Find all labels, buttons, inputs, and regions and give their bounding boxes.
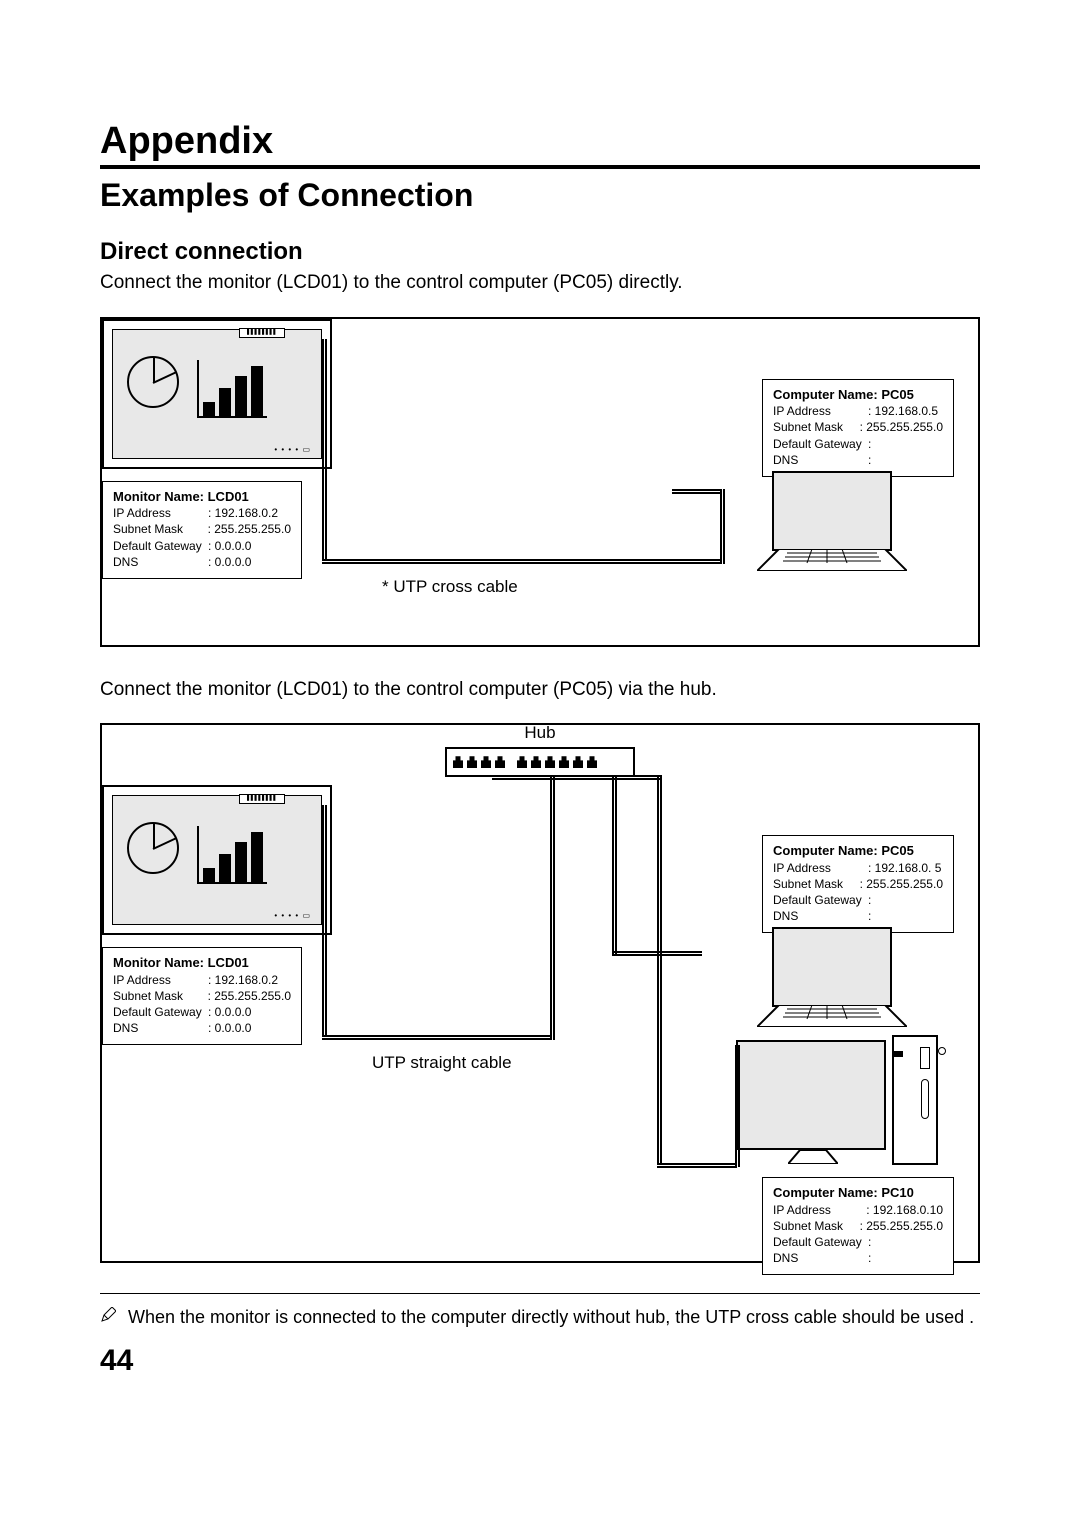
k: Default Gateway xyxy=(773,892,868,908)
k: Subnet Mask xyxy=(773,876,860,892)
diagram-hub: Hub ▌▌▌▌▌▌▌▌ • • • • ▭ Monitor Name: LCD… xyxy=(100,723,980,1263)
v xyxy=(868,436,871,452)
v: 255.255.255.0 xyxy=(860,1218,943,1234)
hdr: Monitor Name: LCD01 xyxy=(113,954,291,972)
v: 0.0.0.0 xyxy=(208,1020,251,1036)
monitor-info: Monitor Name: LCD01 IP Address192.168.0.… xyxy=(102,481,302,579)
k: Subnet Mask xyxy=(113,988,208,1004)
v xyxy=(868,1250,871,1266)
v xyxy=(868,452,871,468)
k: DNS xyxy=(773,452,868,468)
k: Default Gateway xyxy=(113,1004,208,1020)
k: Subnet Mask xyxy=(773,1218,860,1234)
v: 0.0.0.0 xyxy=(208,538,251,554)
cable-label-cross: * UTP cross cable xyxy=(382,577,518,597)
v: 192.168.0.2 xyxy=(208,972,278,988)
appendix-heading: Appendix xyxy=(100,120,980,169)
hdr: Computer Name: PC05 xyxy=(773,842,943,860)
laptop-icon xyxy=(772,471,922,573)
laptop-icon-2 xyxy=(772,927,922,1029)
v: 192.168.0. 5 xyxy=(868,860,941,876)
v: 192.168.0.2 xyxy=(208,505,278,521)
footnote-rule xyxy=(100,1293,980,1294)
k: DNS xyxy=(773,908,868,924)
k: DNS xyxy=(113,554,208,570)
v: 255.255.255.0 xyxy=(860,876,943,892)
k: IP Address xyxy=(773,1202,866,1218)
v xyxy=(868,892,871,908)
k: Default Gateway xyxy=(773,1234,868,1250)
v xyxy=(868,1234,871,1250)
direct-paragraph: Connect the monitor (LCD01) to the contr… xyxy=(100,270,980,297)
hub-icon xyxy=(445,747,635,777)
v: 255.255.255.0 xyxy=(860,419,943,435)
examples-heading: Examples of Connection xyxy=(100,177,980,214)
v: 0.0.0.0 xyxy=(208,1004,251,1020)
v: 192.168.0.5 xyxy=(868,403,938,419)
v: 0.0.0.0 xyxy=(208,554,251,570)
k: Default Gateway xyxy=(113,538,208,554)
k: IP Address xyxy=(773,860,868,876)
monitor-icon: ▌▌▌▌▌▌▌▌ • • • • ▭ xyxy=(102,319,332,469)
k: Subnet Mask xyxy=(113,521,208,537)
k: IP Address xyxy=(773,403,868,419)
page-number: 44 xyxy=(100,1344,980,1378)
k: IP Address xyxy=(113,972,208,988)
diagram-direct: ▌▌▌▌▌▌▌▌ • • • • ▭ Monitor Name: LCD01 I… xyxy=(100,317,980,647)
pc-tower-icon xyxy=(892,1035,938,1165)
pc-monitor-icon xyxy=(736,1040,886,1150)
footnote-text: When the monitor is connected to the com… xyxy=(128,1304,974,1330)
pc05-info-2: Computer Name: PC05 IP Address192.168.0.… xyxy=(762,835,954,933)
cable-label-straight: UTP straight cable xyxy=(372,1053,512,1073)
v xyxy=(868,908,871,924)
v: 192.168.0.10 xyxy=(866,1202,943,1218)
pc05-info: Computer Name: PC05 IP Address192.168.0.… xyxy=(762,379,954,477)
k: DNS xyxy=(773,1250,868,1266)
k: DNS xyxy=(113,1020,208,1036)
hdr: Computer Name: PC10 xyxy=(773,1184,943,1202)
direct-connection-heading: Direct connection xyxy=(100,238,980,266)
monitor-title: Monitor Name: LCD01 xyxy=(113,488,291,506)
pc10-info: Computer Name: PC10 IP Address192.168.0.… xyxy=(762,1177,954,1275)
v: 255.255.255.0 xyxy=(208,988,291,1004)
monitor-info-2: Monitor Name: LCD01 IP Address192.168.0.… xyxy=(102,947,302,1045)
pc05-title: Computer Name: PC05 xyxy=(773,386,943,404)
hub-label: Hub xyxy=(524,723,555,743)
k: Default Gateway xyxy=(773,436,868,452)
v: 255.255.255.0 xyxy=(208,521,291,537)
hub-paragraph: Connect the monitor (LCD01) to the contr… xyxy=(100,677,980,704)
k: IP Address xyxy=(113,505,208,521)
k: Subnet Mask xyxy=(773,419,860,435)
pencil-icon xyxy=(100,1304,118,1330)
monitor-icon-2: ▌▌▌▌▌▌▌▌ • • • • ▭ xyxy=(102,785,332,935)
